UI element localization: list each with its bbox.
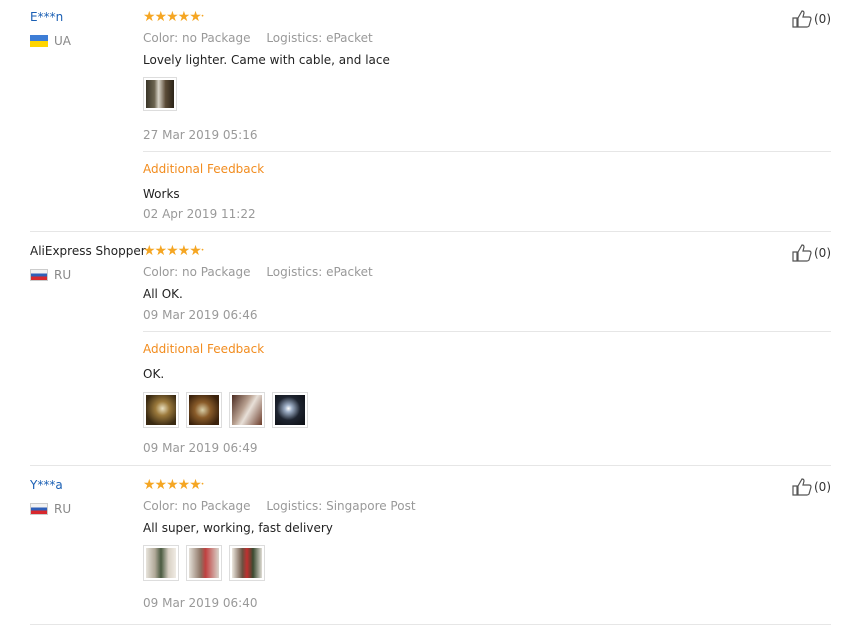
photo-image [146,395,176,425]
review-item: E***n UA ★★★★★• Color: no Package Logist… [30,0,831,232]
country-code: UA [54,34,71,48]
logistics-option: Logistics: ePacket [266,31,373,45]
review-meta: Color: no Package Logistics: ePacket [143,31,373,45]
vote-count: (0) [814,246,831,260]
review-date: 09 Mar 2019 06:46 [143,308,258,322]
reviewer-name[interactable]: Y***a [30,478,63,492]
reviewer-name[interactable]: E***n [30,10,63,24]
review-photo-thumb[interactable] [143,545,179,581]
reviewer-name: AliExpress Shopper [30,244,146,258]
review-photo-thumb[interactable] [229,392,265,428]
photo-image [232,548,262,578]
star-rating: ★★★★★• [143,477,204,493]
photo-image [146,80,174,108]
review-photo-thumb[interactable] [186,545,222,581]
additional-feedback-text: OK. [143,367,165,381]
color-option: Color: no Package [143,265,251,279]
review-divider [30,231,831,232]
review-text: All OK. [143,287,183,301]
additional-feedback-date: 09 Mar 2019 06:49 [143,441,258,455]
divider [143,151,831,152]
reviewer-country: UA [30,34,71,48]
review-photo-thumb[interactable] [229,545,265,581]
additional-feedback-label: Additional Feedback [143,162,265,176]
flag-ru-icon [30,269,48,281]
photo-image [275,395,305,425]
additional-feedback-text: Works [143,187,180,201]
flag-ru-icon [30,503,48,515]
review-text: All super, working, fast delivery [143,521,333,535]
divider [143,331,831,332]
thumbs-up-icon [792,478,812,496]
reviewer-country: RU [30,268,71,282]
stars-icon: ★★★★★ [143,9,202,25]
review-photos [143,545,265,581]
color-option: Color: no Package [143,499,251,513]
additional-feedback-date: 02 Apr 2019 11:22 [143,207,256,221]
review-photo-thumb[interactable] [272,392,308,428]
stars-icon: ★★★★★ [143,477,202,493]
review-item: Y***a RU ★★★★★• Color: no Package Logist… [30,468,831,626]
photo-image [189,548,219,578]
flag-ua-icon [30,35,48,47]
review-photos [143,392,308,428]
review-text: Lovely lighter. Came with cable, and lac… [143,53,390,67]
review-item: AliExpress Shopper RU ★★★★★• Color: no P… [30,234,831,466]
photo-image [189,395,219,425]
color-option: Color: no Package [143,31,251,45]
logistics-option: Logistics: ePacket [266,265,373,279]
helpful-vote-button[interactable]: (0) [792,10,831,28]
review-date: 27 Mar 2019 05:16 [143,128,258,142]
thumbs-up-icon [792,10,812,28]
reviewer-country: RU [30,502,71,516]
review-photo-thumb[interactable] [143,392,179,428]
stars-icon: ★★★★★ [143,243,202,259]
review-meta: Color: no Package Logistics: ePacket [143,265,373,279]
photo-image [232,395,262,425]
thumbs-up-icon [792,244,812,262]
review-meta: Color: no Package Logistics: Singapore P… [143,499,416,513]
vote-count: (0) [814,12,831,26]
helpful-vote-button[interactable]: (0) [792,244,831,262]
star-rating: ★★★★★• [143,243,204,259]
review-date: 09 Mar 2019 06:40 [143,596,258,610]
vote-count: (0) [814,480,831,494]
review-photos [143,77,177,111]
logistics-option: Logistics: Singapore Post [266,499,416,513]
country-code: RU [54,502,72,516]
additional-feedback-label: Additional Feedback [143,342,265,356]
star-rating: ★★★★★• [143,9,204,25]
photo-image [146,548,176,578]
review-photo-thumb[interactable] [186,392,222,428]
country-code: RU [54,268,72,282]
review-photo-thumb[interactable] [143,77,177,111]
review-divider [30,624,831,625]
helpful-vote-button[interactable]: (0) [792,478,831,496]
review-divider [30,465,831,466]
